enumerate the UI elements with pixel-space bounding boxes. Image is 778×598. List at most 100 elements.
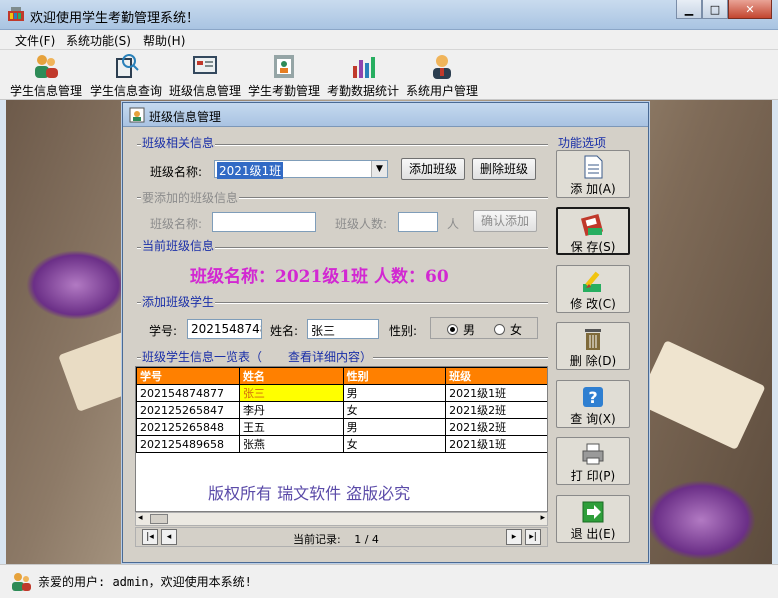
exit-button[interactable]: 退 出(E): [556, 495, 630, 543]
cell-student-id[interactable]: 202154874877: [136, 384, 240, 402]
class-board-icon: [193, 56, 217, 74]
cell-gender[interactable]: 男: [342, 384, 447, 402]
radio-dot: [447, 324, 458, 335]
cell-gender[interactable]: 女: [342, 435, 447, 453]
cell-student-id[interactable]: 202125489658: [136, 435, 240, 453]
scroll-left-icon[interactable]: ◂: [138, 513, 143, 523]
table-row[interactable]: 202125265847 李丹 女 2021级2班: [136, 401, 547, 419]
new-class-name-input[interactable]: [212, 212, 316, 232]
window-title: 欢迎使用学生考勤管理系统！: [30, 11, 200, 26]
scroll-thumb[interactable]: [150, 514, 168, 524]
book-decoration: [636, 340, 766, 450]
record-value: 1 / 4: [354, 533, 379, 546]
column-header-class[interactable]: 班级: [445, 367, 547, 385]
edit-button[interactable]: 修 改(C): [556, 265, 630, 313]
print-button[interactable]: 打 印(P): [556, 437, 630, 485]
student-id-label: 学号:: [149, 324, 178, 338]
chevron-down-icon[interactable]: ▼: [371, 161, 387, 177]
column-header-name[interactable]: 姓名: [238, 367, 344, 385]
menu-system-functions[interactable]: 系统功能(S): [66, 32, 131, 49]
table-row[interactable]: 202125489658 张燕 女 2021级1班: [136, 435, 547, 453]
new-class-count-input[interactable]: [398, 212, 438, 232]
help-icon: ?: [583, 387, 603, 407]
table-row[interactable]: 202125265848 王五 男 2021级2班: [136, 418, 547, 436]
cell-student-name[interactable]: 李丹: [238, 401, 344, 419]
section-student-list-prefix: 班级学生信息一览表（: [142, 350, 263, 364]
cell-student-name[interactable]: 王五: [238, 418, 344, 436]
printer-icon: [582, 443, 604, 465]
status-bar: 亲爱的用户: admin，欢迎使用本系统!: [0, 564, 778, 598]
attendance-icon: [274, 55, 294, 78]
prev-record-button[interactable]: ◂: [161, 529, 177, 545]
cell-class[interactable]: 2021级1班: [445, 384, 547, 402]
current-class-summary: 班级名称：2021级1班 人数：60: [190, 267, 449, 287]
cell-student-id[interactable]: 202125265847: [136, 401, 240, 419]
next-record-button[interactable]: ▸: [506, 529, 522, 545]
add-class-button[interactable]: 添加班级: [401, 158, 465, 180]
section-student-list: 班级学生信息一览表（ 查看详细内容）: [141, 348, 374, 365]
class-name-label: 班级名称:: [150, 165, 203, 179]
toolbar-label: 学生考勤管理: [248, 84, 321, 98]
app-icon: [8, 7, 24, 21]
cell-student-id[interactable]: 202125265848: [136, 418, 240, 436]
svg-text:?: ?: [588, 388, 597, 407]
cell-class[interactable]: 2021级2班: [445, 418, 547, 436]
menu-bar: 文件(F) 系统功能(S) 帮助(H): [0, 30, 778, 50]
flower-decoration: [646, 480, 756, 560]
menu-file[interactable]: 文件(F): [15, 32, 55, 49]
gender-male-radio[interactable]: 男: [447, 321, 475, 338]
document-icon: [584, 155, 603, 179]
toolbar-system-user-manage[interactable]: 系统用户管理: [406, 52, 478, 99]
confirm-add-button[interactable]: 确认添加: [473, 210, 537, 232]
admin-user-icon: [433, 55, 451, 79]
users-icon: [35, 55, 58, 78]
trash-icon: [585, 329, 601, 350]
add-button-label: 添 加(A): [570, 182, 616, 196]
edit-icon: [583, 271, 601, 292]
query-button-label: 查 询(X): [570, 412, 616, 426]
toolbar-attendance-manage[interactable]: 学生考勤管理: [248, 52, 320, 99]
query-button[interactable]: ? 查 询(X): [556, 380, 630, 428]
toolbar-student-info-manage[interactable]: 学生信息管理: [10, 52, 82, 99]
cell-student-name[interactable]: 张燕: [238, 435, 344, 453]
section-add-student: 添加班级学生: [141, 293, 216, 310]
minimize-button[interactable]: ▁: [676, 0, 702, 19]
delete-class-button[interactable]: 删除班级: [472, 158, 536, 180]
student-name-input[interactable]: 张三: [307, 319, 379, 339]
table-header-row: 学号 姓名 性别 班级: [136, 367, 547, 385]
scroll-right-icon[interactable]: ▸: [540, 513, 545, 523]
gender-male-label: 男: [463, 323, 476, 337]
record-label: 当前记录:: [293, 533, 341, 546]
toolbar-student-info-query[interactable]: 学生信息查询: [90, 52, 162, 99]
first-record-button[interactable]: |◂: [142, 529, 158, 545]
menu-help[interactable]: 帮助(H): [143, 32, 185, 49]
cell-class[interactable]: 2021级1班: [445, 435, 547, 453]
cell-gender[interactable]: 男: [342, 418, 447, 436]
last-record-button[interactable]: ▸|: [525, 529, 541, 545]
toolbar-class-info-manage[interactable]: 班级信息管理: [169, 52, 241, 99]
section-current-class: 当前班级信息: [141, 237, 216, 254]
gender-female-label: 女: [510, 323, 523, 337]
close-button[interactable]: ✕: [728, 0, 772, 19]
flower-decoration: [26, 250, 126, 320]
radio-dot: [494, 324, 505, 335]
maximize-button[interactable]: □: [702, 0, 728, 19]
delete-button[interactable]: 删 除(D): [556, 322, 630, 370]
cell-gender[interactable]: 女: [342, 401, 447, 419]
table-row[interactable]: 202154874877 张三 男 2021级1班: [136, 384, 547, 402]
window-titlebar: 欢迎使用学生考勤管理系统！ ▁ □ ✕: [0, 0, 778, 30]
save-button[interactable]: 保 存(S): [556, 207, 630, 255]
dialog-title: 班级信息管理: [149, 110, 222, 124]
class-name-select[interactable]: 2021级1班 ▼: [214, 160, 388, 179]
toolbar-label: 考勤数据统计: [327, 84, 400, 98]
grid-horizontal-scrollbar[interactable]: ◂ ▸: [135, 512, 548, 526]
add-button[interactable]: 添 加(A): [556, 150, 630, 198]
gender-female-radio[interactable]: 女: [494, 321, 522, 338]
student-id-input[interactable]: 202154874877: [187, 319, 262, 339]
column-header-gender[interactable]: 性别: [342, 367, 447, 385]
toolbar-attendance-stats[interactable]: 考勤数据统计: [327, 52, 399, 99]
student-name-label: 姓名:: [270, 324, 299, 338]
column-header-id[interactable]: 学号: [136, 367, 240, 385]
cell-student-name[interactable]: 张三: [238, 384, 344, 402]
cell-class[interactable]: 2021级2班: [445, 401, 547, 419]
